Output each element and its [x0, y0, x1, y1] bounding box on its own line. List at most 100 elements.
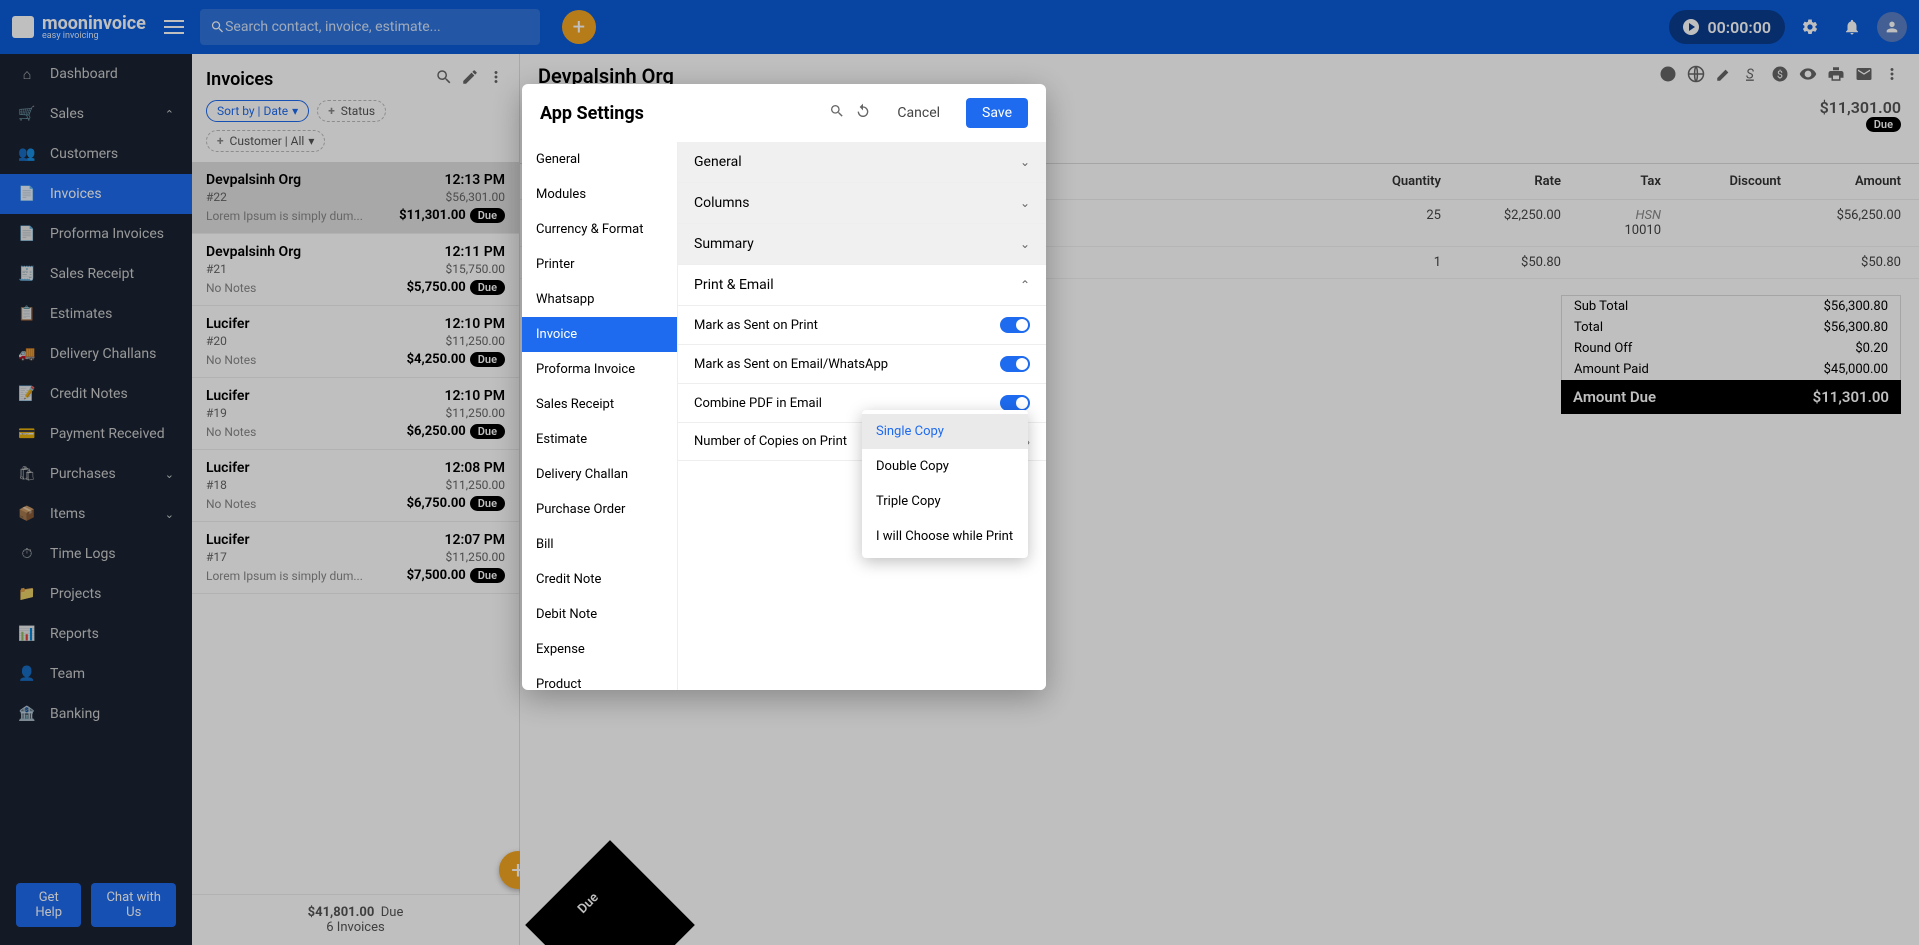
topbar: mooninvoice easy invoicing + 00:00:00 [0, 0, 1919, 54]
sidebar-item-label: Delivery Challans [50, 346, 156, 362]
sidebar-item-proforma-invoices[interactable]: 📄Proforma Invoices [0, 214, 192, 254]
sidebar-icon: 🧾 [18, 265, 36, 283]
section-summary[interactable]: Summary⌄ [678, 224, 1046, 265]
settings-nav-purchase-order[interactable]: Purchase Order [522, 492, 677, 527]
dropdown-option[interactable]: Double Copy [862, 449, 1028, 484]
eye-icon[interactable] [1799, 65, 1817, 87]
list-title: Invoices [206, 69, 427, 90]
settings-nav-delivery-challan[interactable]: Delivery Challan [522, 457, 677, 492]
chevron-down-icon: ▾ [308, 134, 314, 148]
sidebar-item-sales-receipt[interactable]: 🧾Sales Receipt [0, 254, 192, 294]
copies-dropdown: Single CopyDouble CopyTriple CopyI will … [862, 410, 1028, 558]
sidebar-item-time-logs[interactable]: ⏱Time Logs [0, 534, 192, 574]
dropdown-option[interactable]: I will Choose while Print [862, 519, 1028, 554]
section-print-email[interactable]: Print & Email⌃ [678, 265, 1046, 306]
sidebar-icon: 📁 [18, 585, 36, 603]
svg-text:S: S [1746, 67, 1754, 83]
list-search-icon[interactable] [435, 68, 453, 90]
sidebar-item-invoices[interactable]: 📄Invoices [0, 174, 192, 214]
toggle[interactable] [1000, 317, 1030, 333]
settings-nav-printer[interactable]: Printer [522, 247, 677, 282]
setting-sent-on-email: Mark as Sent on Email/WhatsApp [678, 345, 1046, 384]
sort-chip[interactable]: Sort by | Date ▾ [206, 100, 309, 122]
list-more-icon[interactable] [487, 68, 505, 90]
sidebar-icon: 🛒 [18, 105, 36, 123]
settings-nav-bill[interactable]: Bill [522, 527, 677, 562]
cancel-button[interactable]: Cancel [881, 98, 956, 128]
invoice-row[interactable]: Lucifer12:08 PM #18$11,250.00 No Notes$6… [192, 450, 519, 522]
invoice-row[interactable]: Devpalsinh Org12:13 PM #22$56,301.00 Lor… [192, 162, 519, 234]
invoice-row[interactable]: Lucifer12:10 PM #20$11,250.00 No Notes$4… [192, 306, 519, 378]
invoice-row[interactable]: Devpalsinh Org12:11 PM #21$15,750.00 No … [192, 234, 519, 306]
settings-nav-estimate[interactable]: Estimate [522, 422, 677, 457]
settings-nav-sales-receipt[interactable]: Sales Receipt [522, 387, 677, 422]
settings-nav-credit-note[interactable]: Credit Note [522, 562, 677, 597]
sidebar-item-customers[interactable]: 👥Customers [0, 134, 192, 174]
sidebar-item-purchases[interactable]: 🛍Purchases⌄ [0, 454, 192, 494]
global-search[interactable] [200, 9, 540, 45]
sidebar-item-reports[interactable]: 📊Reports [0, 614, 192, 654]
sidebar-item-payment-received[interactable]: 💳Payment Received [0, 414, 192, 454]
globe-icon[interactable] [1687, 65, 1705, 87]
search-icon [210, 19, 225, 35]
settings-nav-proforma-invoice[interactable]: Proforma Invoice [522, 352, 677, 387]
settings-nav-general[interactable]: General [522, 142, 677, 177]
email-icon[interactable] [1855, 65, 1873, 87]
invoice-row[interactable]: Lucifer12:10 PM #19$11,250.00 No Notes$6… [192, 378, 519, 450]
sidebar-item-delivery-challans[interactable]: 🚚Delivery Challans [0, 334, 192, 374]
toggle[interactable] [1000, 356, 1030, 372]
sidebar-item-items[interactable]: 📦Items⌄ [0, 494, 192, 534]
edit-icon[interactable] [1715, 65, 1733, 87]
settings-nav-product[interactable]: Product [522, 667, 677, 690]
clock-icon[interactable] [1659, 65, 1677, 87]
sidebar-item-banking[interactable]: 🏦Banking [0, 694, 192, 734]
sidebar-item-sales[interactable]: 🛒Sales⌃ [0, 94, 192, 134]
sidebar-item-dashboard[interactable]: ⌂Dashboard [0, 54, 192, 94]
settings-icon[interactable] [1793, 10, 1827, 44]
section-general[interactable]: General⌄ [678, 142, 1046, 183]
save-button[interactable]: Save [966, 98, 1028, 128]
strike-icon[interactable]: S [1743, 65, 1761, 87]
invoice-row[interactable]: Lucifer12:07 PM #17$11,250.00 Lorem Ipsu… [192, 522, 519, 594]
search-input[interactable] [225, 19, 530, 35]
detail-total: $11,301.00 [1820, 98, 1901, 117]
sidebar-item-label: Proforma Invoices [50, 226, 164, 242]
sidebar-item-label: Reports [50, 626, 99, 642]
brand-tagline: easy invoicing [42, 31, 146, 41]
sidebar-item-projects[interactable]: 📁Projects [0, 574, 192, 614]
sidebar-icon: ⏱ [18, 545, 36, 563]
settings-nav-whatsapp[interactable]: Whatsapp [522, 282, 677, 317]
notifications-icon[interactable] [1835, 10, 1869, 44]
modal-search-icon[interactable] [829, 103, 845, 123]
chevron-down-icon: ⌄ [1020, 237, 1030, 251]
sidebar-item-estimates[interactable]: 📋Estimates [0, 294, 192, 334]
dropdown-option[interactable]: Triple Copy [862, 484, 1028, 519]
settings-nav-expense[interactable]: Expense [522, 632, 677, 667]
modal-reset-icon[interactable] [855, 103, 871, 123]
sidebar-icon: 👥 [18, 145, 36, 163]
sidebar-item-label: Banking [50, 706, 100, 722]
settings-nav-debit-note[interactable]: Debit Note [522, 597, 677, 632]
user-avatar[interactable] [1877, 12, 1907, 42]
detail-more-icon[interactable] [1883, 65, 1901, 87]
sidebar-item-credit-notes[interactable]: 📝Credit Notes [0, 374, 192, 414]
global-add-button[interactable]: + [562, 10, 596, 44]
sidebar-item-label: Purchases [50, 466, 116, 482]
status-filter-chip[interactable]: +Status [317, 100, 386, 122]
brand[interactable]: mooninvoice easy invoicing [12, 13, 146, 41]
section-columns[interactable]: Columns⌄ [678, 183, 1046, 224]
toggle[interactable] [1000, 395, 1030, 411]
sidebar-item-team[interactable]: 👤Team [0, 654, 192, 694]
timer[interactable]: 00:00:00 [1669, 10, 1785, 44]
settings-nav-modules[interactable]: Modules [522, 177, 677, 212]
print-icon[interactable] [1827, 65, 1845, 87]
get-help-button[interactable]: Get Help [16, 883, 81, 927]
chat-button[interactable]: Chat with Us [91, 883, 176, 927]
settings-nav-currency-format[interactable]: Currency & Format [522, 212, 677, 247]
dropdown-option[interactable]: Single Copy [862, 414, 1028, 449]
menu-toggle-icon[interactable] [162, 15, 186, 39]
settings-nav-invoice[interactable]: Invoice [522, 317, 677, 352]
list-edit-icon[interactable] [461, 68, 479, 90]
currency-icon[interactable]: $ [1771, 65, 1789, 87]
customer-filter-chip[interactable]: +Customer | All ▾ [206, 130, 325, 152]
